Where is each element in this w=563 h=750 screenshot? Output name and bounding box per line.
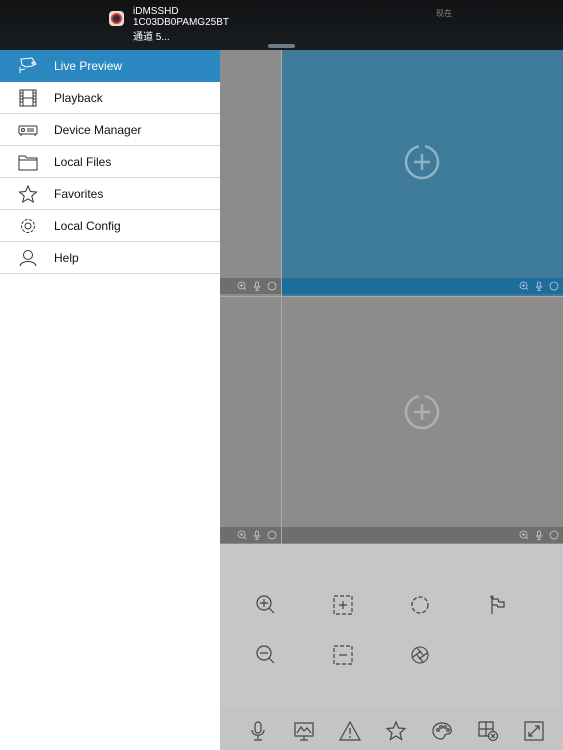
person-icon <box>19 250 37 267</box>
sidebar-item-favorites[interactable]: Favorites <box>0 178 220 210</box>
cell-toolbar <box>220 527 281 543</box>
circle-icon[interactable] <box>549 281 559 291</box>
notification-time: 现在 <box>436 9 452 18</box>
notification-app-name: iDMSSHD <box>133 6 179 17</box>
focus-plus-icon[interactable] <box>331 593 355 617</box>
cell-toolbar <box>282 278 563 294</box>
cctv-camera-icon <box>19 57 37 73</box>
video-cell-4[interactable] <box>282 296 563 544</box>
add-camera-icon[interactable] <box>403 143 441 181</box>
sidebar-item-label: Favorites <box>54 186 104 201</box>
sidebar-item-device-manager[interactable]: Device Manager <box>0 114 220 146</box>
cell-toolbar <box>220 278 281 294</box>
circle-icon[interactable] <box>549 530 559 540</box>
bottom-toolbar <box>220 710 563 750</box>
folder-icon <box>18 155 38 171</box>
banner-grabber-handle[interactable] <box>268 44 295 48</box>
alarm-warning-icon[interactable] <box>339 720 361 742</box>
video-cell-2[interactable] <box>282 50 563 296</box>
sidebar-menu: Live Preview Playback Device Manager Loc… <box>0 50 220 750</box>
sidebar-item-label: Live Preview <box>54 59 123 73</box>
gear-icon <box>21 219 35 233</box>
microphone-icon[interactable] <box>252 530 262 540</box>
zoom-in-icon[interactable] <box>254 593 278 617</box>
sidebar-item-label: Local Files <box>54 154 112 169</box>
microphone-icon[interactable] <box>534 530 544 540</box>
sidebar-item-local-files[interactable]: Local Files <box>0 146 220 178</box>
favorite-star-icon[interactable] <box>385 720 407 742</box>
microphone-icon[interactable] <box>252 281 262 291</box>
fullscreen-expand-icon[interactable] <box>523 720 545 742</box>
sidebar-item-local-config[interactable]: Local Config <box>0 210 220 242</box>
focus-minus-icon[interactable] <box>331 643 355 667</box>
zoom-out-icon[interactable] <box>254 643 278 667</box>
circle-icon[interactable] <box>267 281 277 291</box>
film-strip-icon <box>19 89 37 107</box>
video-cell-1[interactable] <box>220 50 281 296</box>
preset-flag-icon[interactable] <box>486 593 510 617</box>
zoom-in-icon[interactable] <box>237 530 247 540</box>
iris-open-icon[interactable] <box>408 593 432 617</box>
live-preview-area <box>220 50 563 750</box>
zoom-in-icon[interactable] <box>519 281 529 291</box>
sidebar-item-help[interactable]: Help <box>0 242 220 274</box>
sidebar-item-live-preview[interactable]: Live Preview <box>0 50 220 82</box>
zoom-in-icon[interactable] <box>519 530 529 540</box>
zoom-in-icon[interactable] <box>237 281 247 291</box>
notification-banner[interactable]: iDMSSHD 1C03DB0PAMG25BT 通道 5... 现在 <box>0 0 563 50</box>
sidebar-item-playback[interactable]: Playback <box>0 82 220 114</box>
palette-icon[interactable] <box>431 720 453 742</box>
monitor-image-icon[interactable] <box>293 720 315 742</box>
dvr-device-icon <box>18 125 38 136</box>
close-window-grid-icon[interactable] <box>477 720 499 742</box>
microphone-icon[interactable] <box>534 281 544 291</box>
circle-icon[interactable] <box>267 530 277 540</box>
notification-message: 通道 5... <box>133 32 170 43</box>
iris-close-icon[interactable] <box>408 643 432 667</box>
cell-toolbar <box>282 527 563 543</box>
video-cell-3[interactable] <box>220 296 281 544</box>
sidebar-item-label: Local Config <box>54 218 121 233</box>
add-camera-icon[interactable] <box>403 393 441 431</box>
sidebar-item-label: Help <box>54 250 79 265</box>
notification-device-id: 1C03DB0PAMG25BT <box>133 17 229 28</box>
star-icon <box>18 185 38 203</box>
sidebar-item-label: Device Manager <box>54 122 142 137</box>
microphone-icon[interactable] <box>247 720 269 742</box>
camera-app-icon <box>109 11 124 26</box>
sidebar-item-label: Playback <box>54 90 103 105</box>
